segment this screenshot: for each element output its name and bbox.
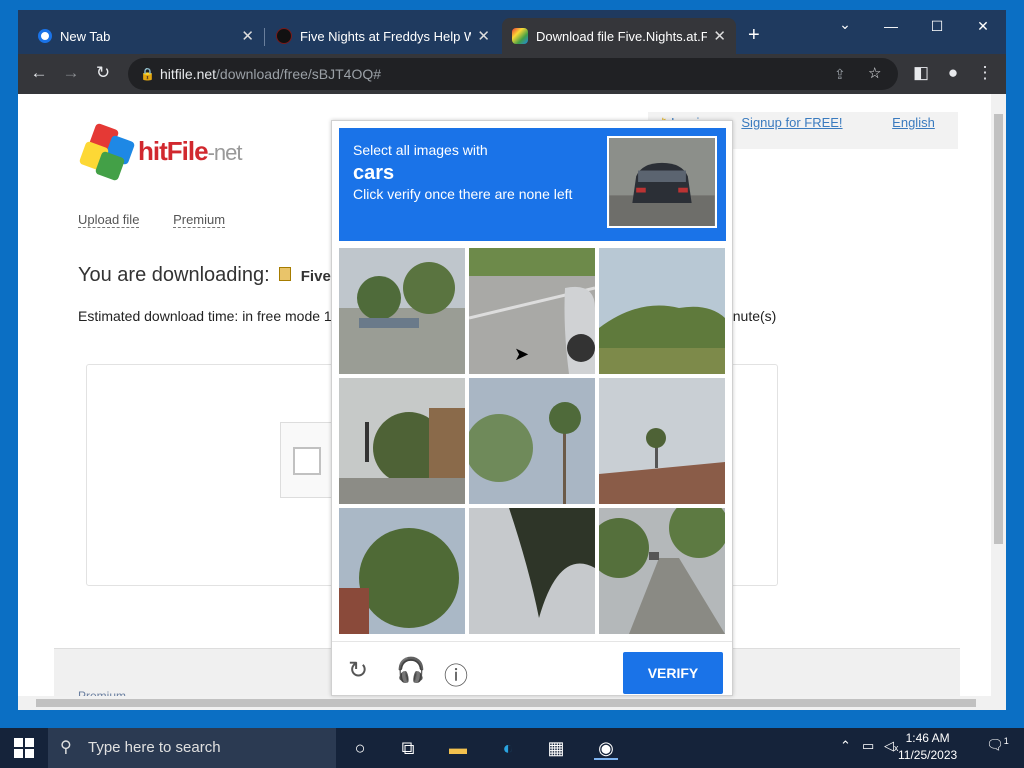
downloading-heading: You are downloading: Five.I xyxy=(78,264,340,286)
browser-toolbar: ← → ↻ 🔒 hitfile.net/download/free/sBJT4O… xyxy=(18,54,1006,94)
hitfile-icon xyxy=(512,28,528,44)
share-icon[interactable]: ⇪ xyxy=(834,58,846,90)
tab-strip: New Tab ✕ Five Nights at Freddys Help Wa… xyxy=(18,10,1006,54)
hitfile-logo-icon xyxy=(79,123,135,181)
vertical-scrollbar[interactable] xyxy=(991,94,1006,696)
back-arrow-icon[interactable]: ← xyxy=(28,63,50,83)
download-estimate: Estimated download time: in free mode 1 xyxy=(78,308,332,324)
freddy-icon xyxy=(276,28,292,44)
windows-taskbar: ⚲ Type here to search ○ ⧉ ▬ ◐ ▦ ◉ ⌃ ▭ ◁ₓ… xyxy=(0,728,1024,768)
lock-icon: 🔒 xyxy=(140,67,155,81)
captcha-tile[interactable] xyxy=(469,378,595,504)
prompt-line1: Select all images with xyxy=(353,142,488,158)
volume-muted-icon[interactable]: ◁ₓ xyxy=(884,738,898,754)
captcha-tile[interactable] xyxy=(339,378,465,504)
chevron-up-icon[interactable]: ⌃ xyxy=(840,738,851,754)
menu-kebab-icon[interactable]: ⋮ xyxy=(974,63,996,83)
info-icon[interactable]: ⓘ xyxy=(444,656,468,691)
top-links: Upload file Premium xyxy=(78,212,255,228)
search-icon: ⚲ xyxy=(60,739,72,756)
window-close-icon[interactable]: ✕ xyxy=(968,18,998,35)
forward-arrow-icon[interactable]: → xyxy=(60,63,82,83)
prompt-target: cars xyxy=(353,162,395,184)
verify-button[interactable]: VERIFY xyxy=(623,652,723,694)
tab-divider xyxy=(264,28,265,46)
tab-title: New Tab xyxy=(60,28,111,44)
search-placeholder: Type here to search xyxy=(88,739,221,756)
task-view-icon[interactable]: ⧉ xyxy=(396,736,420,760)
cortana-icon[interactable]: ○ xyxy=(348,736,372,760)
audio-headphones-icon[interactable]: 🎧 xyxy=(396,656,426,685)
side-panel-icon[interactable]: ◧ xyxy=(910,63,932,83)
tab-download-file[interactable]: Download file Five.Nights.at.Fre ✕ xyxy=(502,18,736,54)
clock-date: 11/25/2023 xyxy=(898,748,958,762)
taskbar-search[interactable]: ⚲ Type here to search xyxy=(48,728,336,768)
mouse-cursor-icon: ➤ xyxy=(514,344,530,364)
tab-fnaf[interactable]: Five Nights at Freddys Help Want ✕ xyxy=(266,18,500,54)
prompt-line3: Click verify once there are none left xyxy=(353,186,573,202)
store-icon[interactable]: ▦ xyxy=(544,736,568,760)
reload-icon[interactable]: ↻ xyxy=(92,63,114,83)
url-path: /download/free/sBJT4OQ# xyxy=(216,66,382,82)
site-logo-text: hitFile-net xyxy=(138,136,242,166)
tab-new-tab[interactable]: New Tab ✕ xyxy=(28,18,264,54)
captcha-tile[interactable] xyxy=(599,378,725,504)
chrome-icon xyxy=(38,29,52,43)
clock-time: 1:46 AM xyxy=(905,731,950,745)
maximize-icon[interactable]: ☐ xyxy=(922,18,952,35)
captcha-tile[interactable] xyxy=(599,508,725,634)
tab-title: Download file Five.Nights.at.Fre xyxy=(536,28,708,44)
captcha-checkbox[interactable] xyxy=(293,447,321,475)
bookmark-star-icon[interactable]: ☆ xyxy=(868,58,881,90)
captcha-tile[interactable] xyxy=(599,248,725,374)
edge-icon[interactable]: ◐ xyxy=(496,736,520,760)
chevron-down-icon[interactable]: ⌄ xyxy=(830,16,860,33)
windows-start-icon[interactable] xyxy=(14,738,34,758)
captcha-tile[interactable] xyxy=(469,248,595,374)
tab-title: Five Nights at Freddys Help Want xyxy=(300,28,472,44)
refresh-icon[interactable]: ↻ xyxy=(348,656,368,685)
new-tab-plus-icon[interactable]: + xyxy=(748,24,760,47)
captcha-prompt: Select all images with cars Click verify… xyxy=(339,128,726,241)
address-bar[interactable]: 🔒 hitfile.net/download/free/sBJT4OQ# ⇪ ☆ xyxy=(128,58,898,90)
signup-link[interactable]: Signup for FREE! xyxy=(741,115,842,130)
close-icon[interactable]: ✕ xyxy=(713,27,726,45)
file-icon xyxy=(279,267,292,281)
close-icon[interactable]: ✕ xyxy=(241,27,254,45)
example-car-image xyxy=(607,136,717,228)
browser-window: New Tab ✕ Five Nights at Freddys Help Wa… xyxy=(18,10,1006,710)
captcha-image-grid xyxy=(339,248,726,634)
captcha-tile[interactable] xyxy=(469,508,595,634)
captcha-challenge: Select all images with cars Click verify… xyxy=(331,120,733,696)
chrome-taskbar-icon[interactable]: ◉ xyxy=(594,736,618,760)
captcha-tile[interactable] xyxy=(339,248,465,374)
language-select[interactable]: English xyxy=(892,115,935,130)
notification-icon[interactable]: 🗨1 xyxy=(986,736,1009,754)
url-host: hitfile.net xyxy=(160,66,217,82)
premium-link[interactable]: Premium xyxy=(173,212,226,228)
minimize-icon[interactable]: — xyxy=(876,18,906,34)
profile-icon[interactable]: ● xyxy=(942,63,964,83)
horizontal-scrollbar[interactable] xyxy=(18,696,1006,710)
captcha-tile[interactable] xyxy=(339,508,465,634)
close-icon[interactable]: ✕ xyxy=(477,27,490,45)
clock[interactable]: 1:46 AM 11/25/2023 xyxy=(898,730,957,764)
captcha-footer: ↻ 🎧 ⓘ VERIFY xyxy=(332,641,732,697)
file-explorer-icon[interactable]: ▬ xyxy=(446,736,470,760)
upload-file-link[interactable]: Upload file xyxy=(78,212,140,228)
network-icon[interactable]: ▭ xyxy=(862,738,874,754)
captcha-checkbox-widget xyxy=(280,422,332,498)
